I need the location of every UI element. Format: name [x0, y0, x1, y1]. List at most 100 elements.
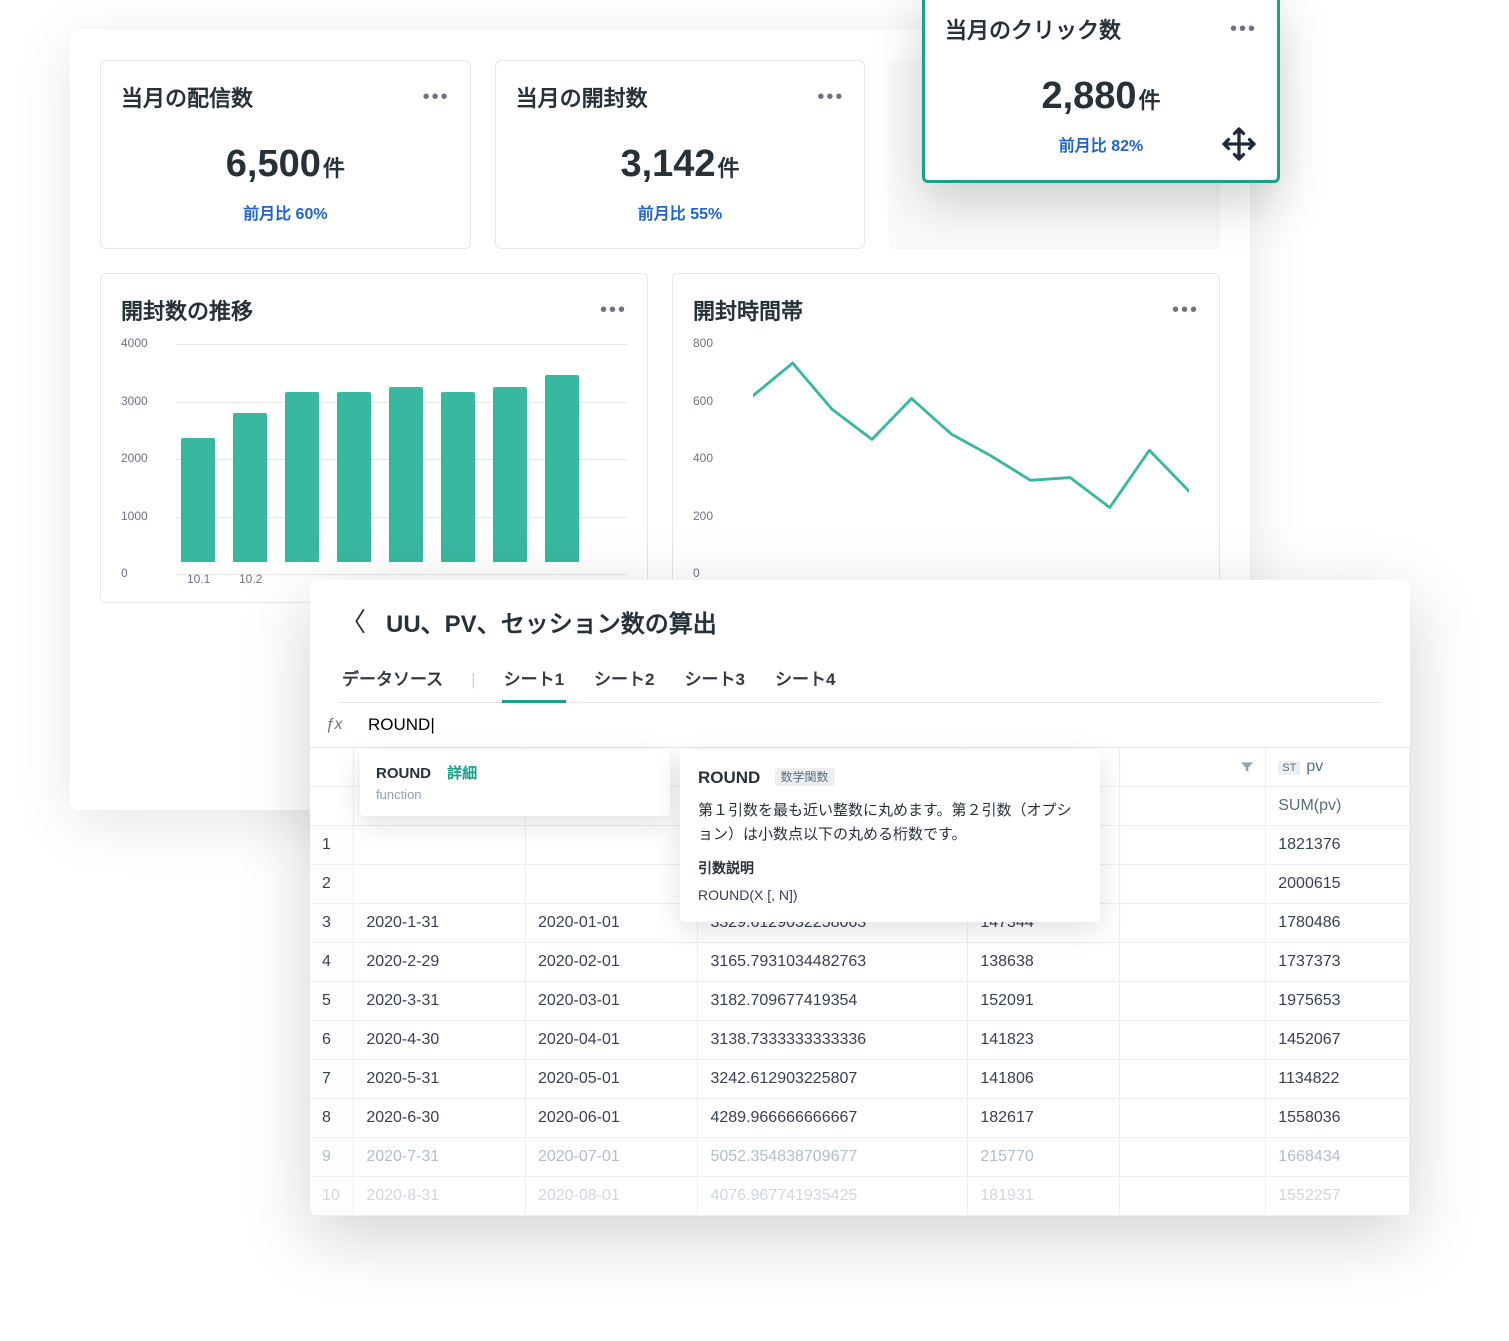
table-row[interactable]: 82020-6-302020-06-014289.966666666667182…	[310, 1099, 1410, 1138]
cell-sum: 1552257	[1266, 1177, 1410, 1216]
chart-row: 開封数の推移 ••• 0100020003000400010.110.2 開封時…	[100, 273, 1220, 603]
tooltip-name: ROUND	[698, 764, 760, 791]
cell-sum: 1558036	[1266, 1099, 1410, 1138]
cell-date: 2020-4-30	[354, 1021, 526, 1060]
y-tick-label: 1000	[121, 509, 148, 523]
sheet-title: UU、PV、セッション数の算出	[386, 604, 717, 639]
cell-gap	[1120, 1060, 1266, 1099]
more-icon[interactable]: •••	[1230, 18, 1257, 41]
cell-gap	[1120, 1138, 1266, 1177]
column-header-sum[interactable]: STpv	[1266, 748, 1410, 787]
tooltip-signature: ROUND(X [, N])	[698, 884, 1082, 906]
row-number: 5	[310, 982, 354, 1021]
row-number: 10	[310, 1177, 354, 1216]
fx-icon: ƒx	[310, 704, 358, 746]
cell-date: 2020-8-31	[354, 1177, 526, 1216]
cell-gap	[1120, 943, 1266, 982]
back-icon[interactable]: 〈	[340, 609, 366, 635]
cell-date: 2020-5-31	[354, 1060, 526, 1099]
kpi-subtext: 前月比 60%	[121, 200, 450, 224]
formula-input[interactable]	[358, 703, 1410, 747]
tab-datasource[interactable]: データソース	[340, 657, 445, 702]
cell-date: 2020-7-31	[354, 1138, 526, 1177]
tooltip-description: 第１引数を最も近い整数に丸めます。第２引数（オプション）は小数点以下の丸める桁数…	[698, 799, 1082, 847]
cell-gap	[1120, 1021, 1266, 1060]
cell-count: 138638	[968, 943, 1120, 982]
x-tick-label: 10.2	[239, 572, 262, 586]
autocomplete-item[interactable]: ROUND 詳細 function	[360, 750, 670, 816]
kpi-card-click-floating[interactable]: 当月のクリック数 ••• 2,880件 前月比 82%	[922, 0, 1280, 183]
kpi-subtext: 前月比 55%	[516, 200, 845, 224]
cell-gap	[1120, 1099, 1266, 1138]
cell-date	[354, 865, 526, 904]
tab-sheet3[interactable]: シート3	[683, 657, 747, 702]
chart-card-bar: 開封数の推移 ••• 0100020003000400010.110.2	[100, 273, 648, 603]
bar	[493, 387, 527, 562]
more-icon[interactable]: •••	[600, 299, 627, 322]
y-tick-label: 0	[121, 566, 128, 580]
more-icon[interactable]: •••	[817, 86, 844, 109]
cell-avg: 3242.612903225807	[698, 1060, 968, 1099]
cell-count: 152091	[968, 982, 1120, 1021]
cell-month: 2020-05-01	[525, 1060, 698, 1099]
cell-avg: 3182.709677419354	[698, 982, 968, 1021]
table-row[interactable]: 72020-5-312020-05-013242.612903225807141…	[310, 1060, 1410, 1099]
cell-month: 2020-06-01	[525, 1099, 698, 1138]
formula-bar: ƒx	[310, 703, 1410, 748]
kpi-value: 2,880	[1041, 75, 1136, 117]
y-tick-label: 2000	[121, 451, 148, 465]
cell-date: 2020-1-31	[354, 904, 526, 943]
table-row[interactable]: 42020-2-292020-02-013165.793103448276313…	[310, 943, 1410, 982]
kpi-unit: 件	[718, 156, 740, 181]
kpi-title: 当月の配信数	[121, 81, 253, 113]
row-number: 8	[310, 1099, 354, 1138]
tooltip-category-badge: 数学関数	[775, 768, 835, 786]
tab-sheet1[interactable]: シート1	[502, 657, 566, 702]
cell-date: 2020-2-29	[354, 943, 526, 982]
cell-date	[354, 826, 526, 865]
table-row[interactable]: 62020-4-302020-04-013138.733333333333614…	[310, 1021, 1410, 1060]
row-number: 2	[310, 865, 354, 904]
row-number: 3	[310, 904, 354, 943]
col-sum-name: pv	[1306, 758, 1323, 775]
table-row[interactable]: 102020-8-312020-08-014076.96774193542518…	[310, 1177, 1410, 1216]
kpi-card-delivery: 当月の配信数 ••• 6,500件 前月比 60%	[100, 60, 471, 249]
table-row[interactable]: 52020-3-312020-03-013182.709677419354152…	[310, 982, 1410, 1021]
more-icon[interactable]: •••	[1172, 299, 1199, 322]
x-tick-label: 10.1	[187, 572, 210, 586]
kpi-value: 6,500	[226, 143, 321, 185]
suggest-type: function	[376, 787, 654, 802]
y-tick-label: 800	[693, 336, 713, 350]
tabs: データソース | シート1 シート2 シート3 シート4	[340, 657, 1380, 703]
tooltip-args-label: 引数説明	[698, 857, 1082, 879]
cell-date: 2020-6-30	[354, 1099, 526, 1138]
row-number: 4	[310, 943, 354, 982]
kpi-subtext: 前月比 82%	[945, 132, 1257, 156]
cell-month	[525, 865, 698, 904]
cell-month: 2020-08-01	[525, 1177, 698, 1216]
line-series	[753, 344, 1189, 562]
table-row[interactable]: 92020-7-312020-07-015052.354838709677215…	[310, 1138, 1410, 1177]
bar	[545, 375, 579, 562]
cell-month: 2020-03-01	[525, 982, 698, 1021]
cell-avg: 3165.7931034482763	[698, 943, 968, 982]
tab-sheet2[interactable]: シート2	[592, 657, 656, 702]
filter-icon[interactable]	[1239, 759, 1255, 775]
column-filter[interactable]	[1120, 748, 1266, 787]
line-chart: 0200400600800	[693, 344, 1199, 588]
cell-month	[525, 826, 698, 865]
cell-count: 182617	[968, 1099, 1120, 1138]
y-tick-label: 200	[693, 509, 713, 523]
cell-gap	[1120, 826, 1266, 865]
tab-sheet4[interactable]: シート4	[773, 657, 837, 702]
cell-gap	[1120, 865, 1266, 904]
spreadsheet-panel: 〈 UU、PV、セッション数の算出 データソース | シート1 シート2 シート…	[310, 580, 1410, 1216]
move-icon[interactable]	[1221, 126, 1257, 162]
suggest-detail-link[interactable]: 詳細	[447, 765, 477, 782]
chart-title: 開封時間帯	[693, 294, 803, 326]
more-icon[interactable]: •••	[423, 86, 450, 109]
cell-sum: 1668434	[1266, 1138, 1410, 1177]
kpi-unit: 件	[1139, 88, 1161, 113]
cell-sum: 2000615	[1266, 865, 1410, 904]
bar-chart: 0100020003000400010.110.2	[121, 344, 627, 588]
